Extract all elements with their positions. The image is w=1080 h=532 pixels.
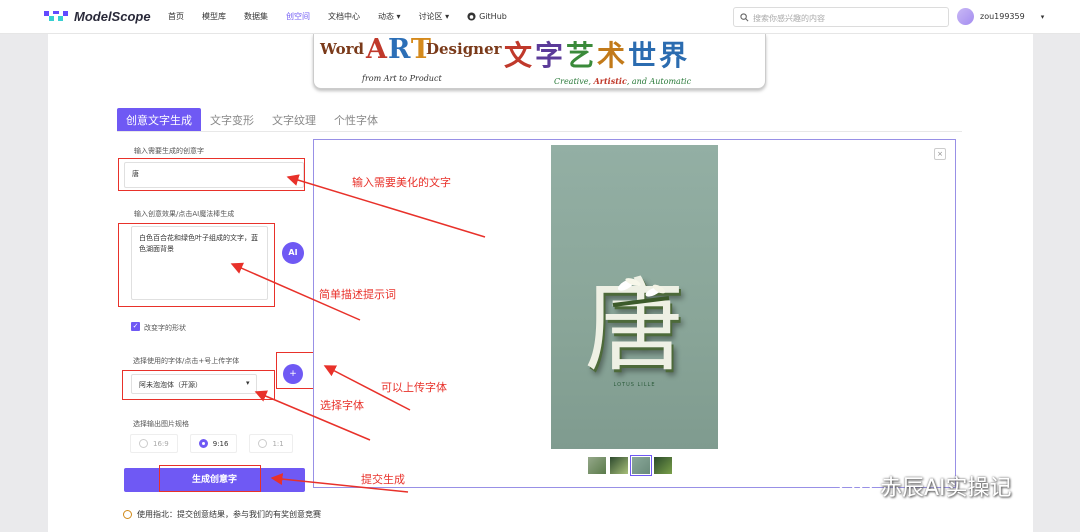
watermark: 赤辰AI实操记: [838, 470, 1012, 502]
annotation-text: 输入需要美化的文字: [352, 176, 451, 189]
annotation-arrows: [230, 174, 486, 493]
footer-notice: 使用指北：提交创意结果，参与我们的有奖创意竞赛: [123, 509, 321, 520]
wechat-icon: [839, 474, 872, 497]
footer-text: 使用指北：提交创意结果，参与我们的有奖创意竞赛: [137, 510, 321, 519]
annotation-upload: 可以上传字体: [381, 381, 447, 394]
annotation-prompt: 简单描述提示词: [319, 288, 396, 301]
annotation-font: 选择字体: [320, 399, 364, 412]
watermark-text: 赤辰AI实操记: [880, 476, 1012, 501]
annotation-generate: 提交生成: [361, 473, 405, 486]
clock-icon: [123, 510, 132, 519]
